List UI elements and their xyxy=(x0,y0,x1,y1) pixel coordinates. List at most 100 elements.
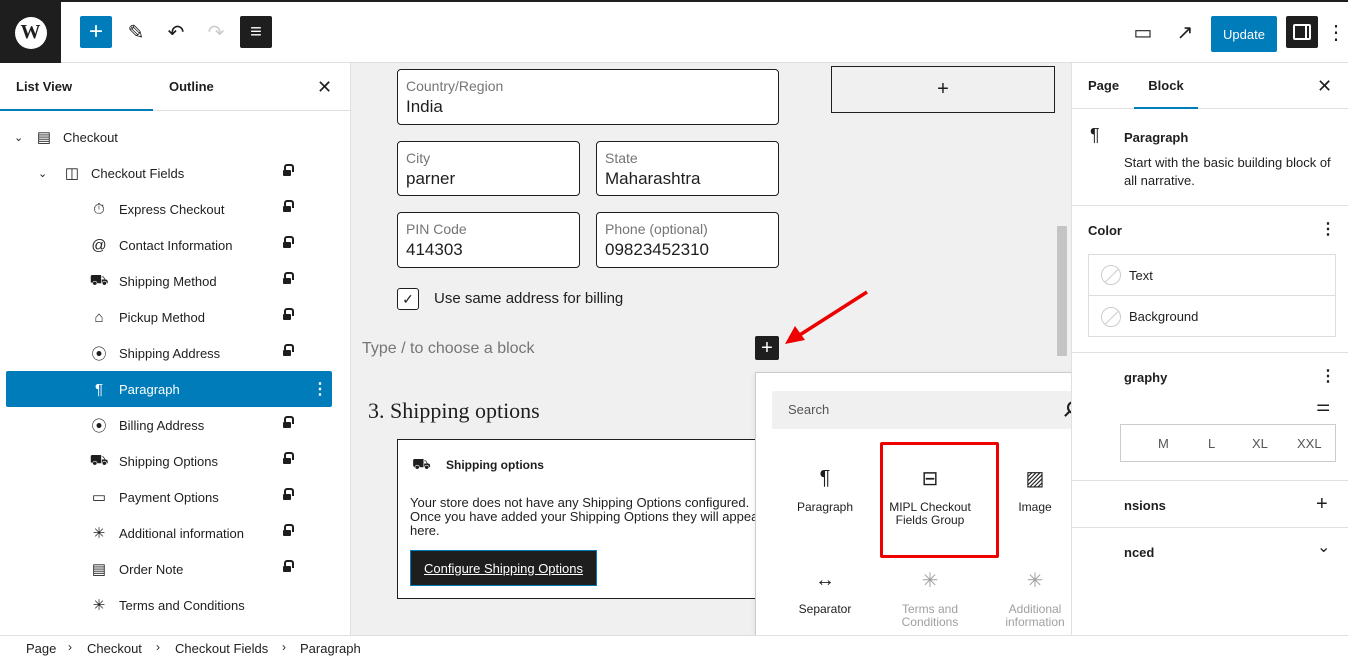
wordpress-logo-button[interactable]: W xyxy=(0,2,61,63)
same-billing-checkbox[interactable]: ✓ xyxy=(397,288,419,310)
document-overview-button[interactable]: ≡ xyxy=(240,16,272,48)
list-item-billing-address[interactable]: ⦿ Billing Address xyxy=(0,407,340,443)
field-value: Maharashtra xyxy=(605,169,701,188)
pin-code-field[interactable]: PIN Code 414303 xyxy=(397,212,580,268)
list-item-additional-information[interactable]: ✳ Additional information xyxy=(0,515,340,551)
chevron-down-icon[interactable]: ⌄ xyxy=(38,167,47,180)
field-label: Phone (optional) xyxy=(605,221,708,237)
configure-shipping-options-button[interactable]: Configure Shipping Options xyxy=(410,550,597,586)
paragraph-icon: ¶ xyxy=(1090,125,1100,145)
filter-settings-icon[interactable]: ⚌ xyxy=(1316,396,1330,416)
color-panel-title: Color xyxy=(1088,223,1122,238)
tab-outline[interactable]: Outline xyxy=(169,63,214,111)
block-option-terms-and-conditions: ✳ Terms and Conditions xyxy=(880,565,980,629)
plus-icon: + xyxy=(937,78,949,100)
close-settings-icon[interactable]: ✕ xyxy=(1317,76,1332,97)
red-highlight-annotation xyxy=(880,442,999,558)
settings-toggle-button[interactable] xyxy=(1286,16,1318,48)
list-item-label: Additional information xyxy=(119,525,245,541)
advanced-panel-title[interactable]: nced xyxy=(1124,545,1154,560)
quick-inserter-popover: Search ¶ Paragraph ⊟ MIPL Checkout Field… xyxy=(755,372,1121,660)
block-appender-button[interactable]: + xyxy=(831,66,1055,113)
paragraph-icon: ¶ xyxy=(819,466,831,489)
list-item-label: Checkout xyxy=(63,129,118,145)
shipping-box-title: Shipping options xyxy=(446,458,544,472)
laptop-icon: ▭ xyxy=(1133,21,1153,44)
breadcrumb-checkout-fields[interactable]: Checkout Fields xyxy=(175,641,268,656)
block-options-icon[interactable]: ⋮ xyxy=(312,379,328,399)
inline-add-block-button[interactable]: + xyxy=(755,336,779,360)
block-option-paragraph[interactable]: ¶ Paragraph xyxy=(775,463,875,514)
color-background-button[interactable]: Background xyxy=(1089,296,1335,337)
color-item-label: Background xyxy=(1129,309,1199,324)
canvas-scrollbar[interactable] xyxy=(1057,63,1067,363)
truck-icon: ⛟ xyxy=(412,456,431,473)
block-placeholder[interactable]: Type / to choose a block xyxy=(362,340,535,358)
phone-field[interactable]: Phone (optional) 09823452310 xyxy=(596,212,779,268)
update-button[interactable]: Update xyxy=(1211,16,1277,52)
list-item-terms-and-conditions[interactable]: ✳ Terms and Conditions xyxy=(0,587,340,623)
color-settings-box: Text Background xyxy=(1088,254,1336,337)
list-item-payment-options[interactable]: ▭ Payment Options xyxy=(0,479,340,515)
redo-button[interactable]: ↷ xyxy=(200,16,232,48)
block-option-image[interactable]: ▨ Image xyxy=(985,463,1085,514)
list-item-express-checkout[interactable]: ⏱ Express Checkout xyxy=(0,191,340,227)
list-item-label: Order Note xyxy=(119,561,184,577)
field-value: 09823452310 xyxy=(605,240,710,259)
block-option-label: Separator xyxy=(798,602,852,616)
view-page-button[interactable]: ↗ xyxy=(1169,16,1201,48)
block-breadcrumb: Page › Checkout › Checkout Fields › Para… xyxy=(0,635,1348,660)
divider xyxy=(1072,527,1348,528)
plus-icon[interactable]: + xyxy=(1316,493,1328,516)
block-option-additional-information: ✳ Additional information xyxy=(985,565,1085,629)
options-menu-button[interactable]: ⋮ xyxy=(1326,16,1346,48)
canvas-scrollbar-thumb[interactable] xyxy=(1057,226,1067,356)
close-list-view-icon[interactable]: ✕ xyxy=(317,77,332,98)
breadcrumb-page[interactable]: Page xyxy=(26,641,56,656)
list-item-pickup-method[interactable]: ⌂ Pickup Method xyxy=(0,299,340,335)
list-item-contact-information[interactable]: @ Contact Information xyxy=(0,227,340,263)
tab-list-view[interactable]: List View xyxy=(0,63,153,111)
divider xyxy=(1072,480,1348,481)
city-field[interactable]: City parner xyxy=(397,141,580,196)
font-size-xxl[interactable]: XXL xyxy=(1297,436,1322,451)
list-item-label: Shipping Address xyxy=(119,345,221,361)
block-inserter-toggle-button[interactable]: + xyxy=(80,16,112,48)
breadcrumb-checkout[interactable]: Checkout xyxy=(87,641,142,656)
same-billing-label: Use same address for billing xyxy=(434,290,624,307)
lock-icon xyxy=(282,272,294,286)
list-item-checkout[interactable]: ⌄ ▤ Checkout xyxy=(0,119,340,155)
stopwatch-icon: ⏱ xyxy=(93,200,105,218)
undo-icon: ↶ xyxy=(167,21,185,44)
list-item-order-note[interactable]: ▤ Order Note xyxy=(0,551,340,587)
font-size-xl[interactable]: XL xyxy=(1252,436,1268,451)
font-size-m[interactable]: M xyxy=(1158,436,1169,451)
chevron-down-icon[interactable]: ⌄ xyxy=(14,131,23,144)
field-label: State xyxy=(605,150,638,166)
undo-button[interactable]: ↶ xyxy=(160,16,192,48)
color-options-icon[interactable]: ⋮ xyxy=(1320,219,1336,239)
list-item-shipping-address[interactable]: ⦿ Shipping Address xyxy=(0,335,340,371)
device-preview-button[interactable]: ▭ xyxy=(1127,16,1159,48)
typography-options-icon[interactable]: ⋮ xyxy=(1320,366,1336,386)
chevron-right-icon: › xyxy=(282,640,286,654)
block-option-separator[interactable]: ↔ Separator xyxy=(775,565,875,616)
list-item-label: Express Checkout xyxy=(119,201,225,217)
chevron-down-icon[interactable]: ⌄ xyxy=(1317,537,1330,557)
shipping-options-block[interactable]: ⛟ Shipping options Your store does not h… xyxy=(397,439,777,599)
font-size-l[interactable]: L xyxy=(1208,436,1215,451)
list-item-shipping-options[interactable]: ⛟ Shipping Options xyxy=(0,443,340,479)
list-item-paragraph[interactable]: ¶ Paragraph ⋮ xyxy=(6,371,332,407)
dimensions-panel-title[interactable]: nsions xyxy=(1124,498,1166,513)
color-text-button[interactable]: Text xyxy=(1089,255,1335,296)
tab-page[interactable]: Page xyxy=(1088,63,1119,109)
list-item-shipping-method[interactable]: ⛟ Shipping Method xyxy=(0,263,340,299)
country-region-field[interactable]: Country/Region India xyxy=(397,69,779,125)
tab-block[interactable]: Block xyxy=(1134,63,1198,109)
block-search-input[interactable]: Search xyxy=(772,391,1090,429)
state-field[interactable]: State Maharashtra xyxy=(596,141,779,196)
list-item-checkout-fields[interactable]: ⌄ ◫ Checkout Fields xyxy=(0,155,340,191)
tools-edit-button[interactable]: ✎ xyxy=(120,16,152,48)
at-sign-icon: @ xyxy=(91,236,107,254)
sidebar-icon xyxy=(1293,24,1311,40)
